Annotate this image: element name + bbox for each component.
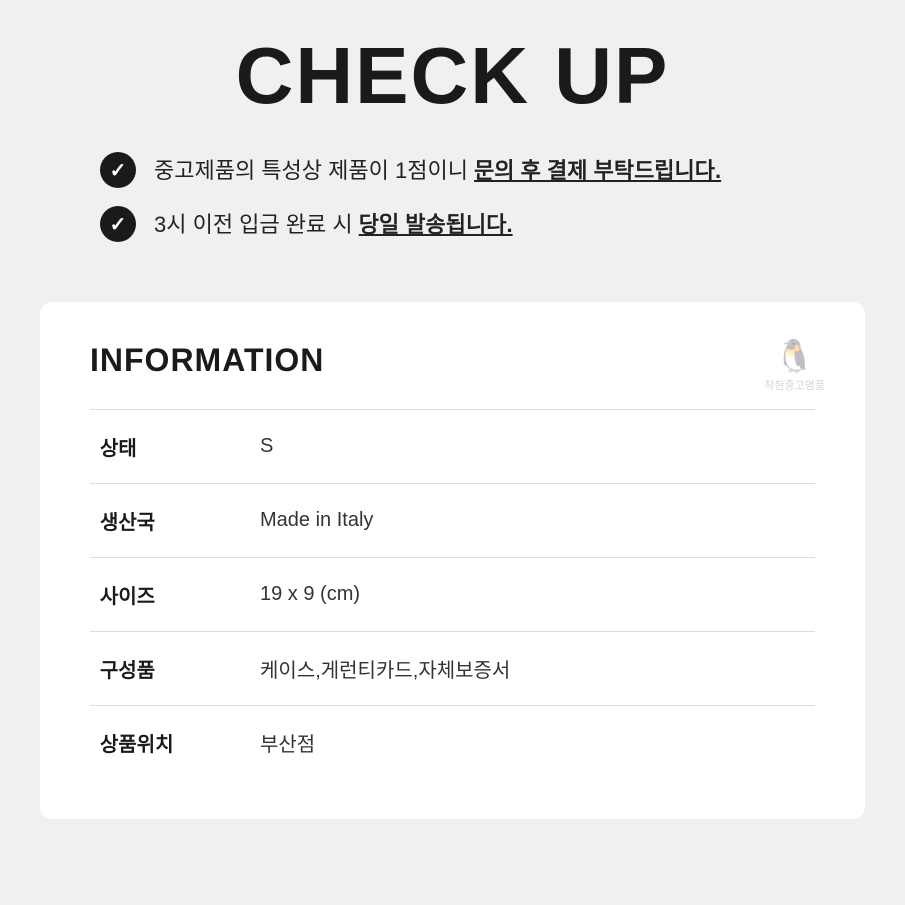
check-text-2: 3시 이전 입금 완료 시 당일 발송됩니다.: [154, 208, 513, 241]
table-row: 생산국 Made in Italy: [90, 483, 815, 557]
info-card: INFORMATION 🐧 착한중고명품 상태 S 생산국 Made in It…: [40, 302, 865, 819]
table-row: 구성품 케이스,게런티카드,자체보증서: [90, 631, 815, 705]
check-item-2: 3시 이전 입금 완료 시 당일 발송됩니다.: [100, 206, 845, 242]
value-size: 19 x 9 (cm): [260, 583, 805, 606]
check-icon-1: [100, 152, 136, 188]
table-row: 사이즈 19 x 9 (cm): [90, 557, 815, 631]
label-size: 사이즈: [100, 580, 260, 609]
header-section: CHECK UP 중고제품의 특성상 제품이 1점이니 문의 후 결제 부탁드립…: [0, 0, 905, 282]
page-title: CHECK UP: [60, 30, 845, 122]
check-item-1: 중고제품의 특성상 제품이 1점이니 문의 후 결제 부탁드립니다.: [100, 152, 845, 188]
label-location: 상품위치: [100, 728, 260, 757]
watermark-text: 착한중고명품: [764, 379, 825, 394]
table-row: 상품위치 부산점: [90, 705, 815, 779]
info-title: INFORMATION: [90, 342, 815, 379]
value-components: 케이스,게런티카드,자체보증서: [260, 654, 805, 683]
watermark-icon: 🐧: [775, 337, 815, 375]
label-components: 구성품: [100, 654, 260, 683]
label-status: 상태: [100, 432, 260, 461]
check-icon-2: [100, 206, 136, 242]
info-table: 상태 S 생산국 Made in Italy 사이즈 19 x 9 (cm) 구…: [90, 409, 815, 779]
table-row: 상태 S: [90, 409, 815, 483]
label-origin: 생산국: [100, 506, 260, 535]
check-text-1: 중고제품의 특성상 제품이 1점이니 문의 후 결제 부탁드립니다.: [154, 154, 721, 187]
value-location: 부산점: [260, 728, 805, 757]
value-status: S: [260, 435, 805, 458]
check-items-list: 중고제품의 특성상 제품이 1점이니 문의 후 결제 부탁드립니다. 3시 이전…: [60, 152, 845, 242]
watermark: 🐧 착한중고명품: [764, 337, 825, 394]
info-section: INFORMATION 🐧 착한중고명품 상태 S 생산국 Made in It…: [0, 282, 905, 859]
value-origin: Made in Italy: [260, 509, 805, 532]
